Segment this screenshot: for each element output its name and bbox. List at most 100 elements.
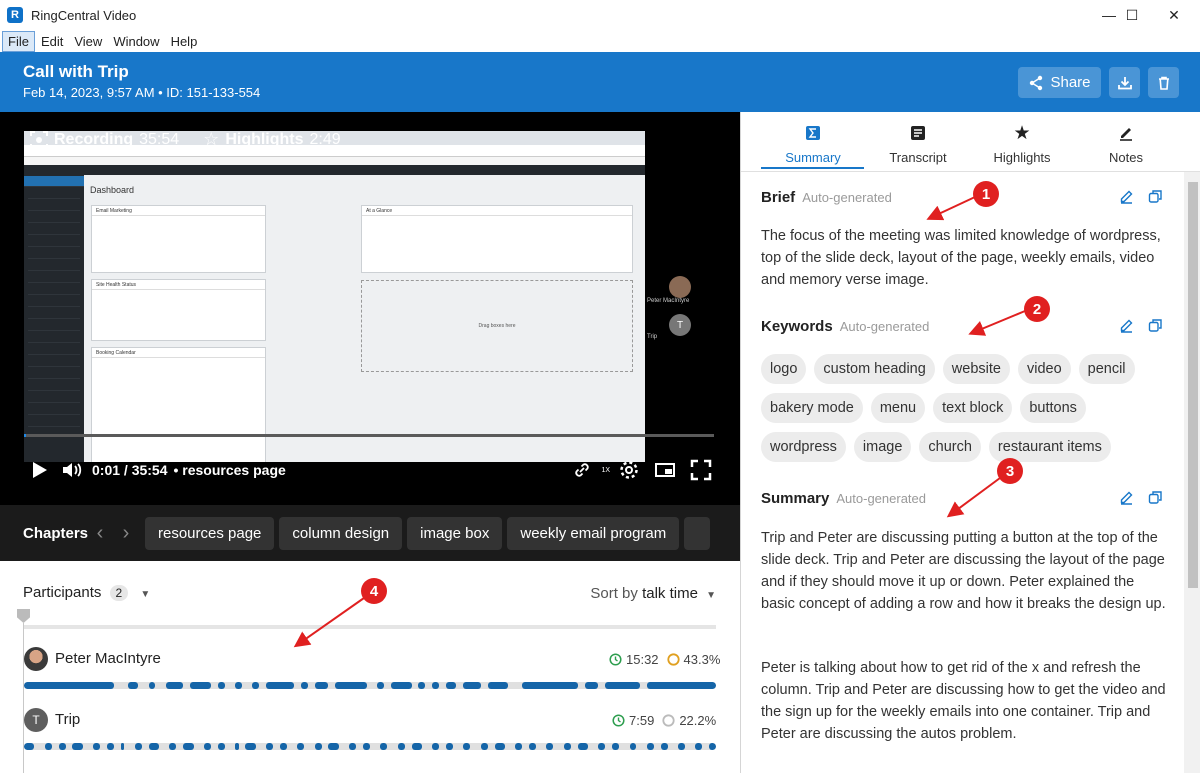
chapter-chip[interactable]: image box (407, 516, 503, 550)
miniplayer-icon[interactable] (654, 459, 676, 481)
keyword-chip[interactable]: menu (870, 393, 926, 423)
keywords-title: Keywords (761, 318, 833, 335)
fullscreen-icon[interactable] (690, 459, 712, 481)
talk-segment (577, 743, 588, 750)
brief-tools (1119, 189, 1163, 204)
delete-button[interactable] (1148, 67, 1179, 98)
video-player[interactable]: Dashboard Email Marketing At a Glance Si… (0, 112, 740, 505)
talk-segment (72, 743, 83, 750)
copy-icon[interactable] (1148, 189, 1163, 204)
menu-edit[interactable]: Edit (36, 32, 68, 51)
trash-icon (1158, 76, 1169, 90)
panel-scrollbar[interactable] (1184, 172, 1200, 773)
keyword-chip[interactable]: custom heading (814, 354, 935, 384)
talk-segment (709, 743, 716, 750)
chapter-chip-partial[interactable] (684, 516, 711, 550)
tab-notes[interactable]: Notes (1076, 122, 1176, 165)
copy-icon[interactable] (1148, 490, 1163, 505)
play-icon[interactable] (28, 459, 50, 481)
playhead-handle[interactable] (17, 609, 30, 623)
caret-down-icon[interactable]: ▼ (140, 589, 150, 600)
talk-segment (148, 682, 156, 689)
participant-tile-name: Trip (647, 334, 658, 340)
talk-bar[interactable] (24, 743, 716, 750)
avatar: T (24, 708, 48, 732)
talk-segment (107, 743, 114, 750)
download-button[interactable] (1109, 67, 1140, 98)
avatar (24, 647, 48, 671)
maximize-button[interactable]: ☐ (1109, 0, 1155, 30)
tab-transcript[interactable]: Transcript (868, 122, 968, 165)
keywords-heading: Keywords Auto-generated (761, 318, 929, 335)
video-time: 0:01 / 35:54 (92, 462, 168, 478)
keyword-chip[interactable]: image (853, 432, 912, 462)
video-progress-bar[interactable] (24, 434, 714, 437)
talk-segment (203, 743, 211, 750)
chapter-chip[interactable]: column design (279, 516, 403, 550)
video-progress-fill (24, 434, 26, 437)
talk-segment (363, 743, 370, 750)
scrollbar-thumb[interactable] (1188, 182, 1198, 588)
chevron-left-icon[interactable]: ‹ (87, 522, 113, 545)
tab-summary[interactable]: Summary (763, 122, 863, 165)
participant-name: Trip (55, 711, 81, 728)
talk-timeline-track[interactable] (24, 625, 716, 629)
edit-pencil-icon[interactable] (1119, 318, 1134, 333)
keyword-chip[interactable]: website (942, 354, 1010, 384)
participants-header[interactable]: Participants 2 ▼ (23, 584, 150, 601)
share-button[interactable]: Share (1018, 67, 1101, 98)
copy-icon[interactable] (1148, 318, 1163, 333)
playhead-line (23, 623, 24, 773)
keyword-chip[interactable]: buttons (1020, 393, 1086, 423)
wp-dashboard: Dashboard Email Marketing At a Glance Si… (84, 175, 645, 462)
talk-segment (695, 743, 703, 750)
video-controls: 0:01 / 35:54 • resources page 1X (24, 452, 714, 488)
summary-title: Summary (761, 490, 830, 507)
keyword-chip[interactable]: logo (761, 354, 807, 384)
edit-pencil-icon[interactable] (1119, 490, 1134, 505)
menu-help[interactable]: Help (166, 32, 203, 51)
tab-label: Transcript (889, 150, 947, 165)
talk-bar[interactable] (24, 682, 716, 689)
menu-file[interactable]: File (2, 30, 35, 52)
wp-admin-bar (24, 165, 645, 175)
share-label: Share (1050, 74, 1091, 91)
link-icon[interactable] (571, 459, 593, 481)
keyword-chip[interactable]: video (1017, 354, 1071, 384)
tab-highlights[interactable]: ★ Highlights (972, 122, 1072, 166)
chapter-chip[interactable]: weekly email program (507, 516, 680, 550)
chapters-bar: Chapters ‹ › resources page column desig… (0, 505, 740, 561)
meeting-subtitle: Feb 14, 2023, 9:57 AM • ID: 151-133-554 (23, 85, 261, 100)
edit-pencil-icon[interactable] (1119, 189, 1134, 204)
settings-gear-icon[interactable] (618, 459, 640, 481)
close-window-button[interactable]: ✕ (1151, 0, 1197, 30)
chevron-right-icon[interactable]: › (113, 522, 139, 545)
menu-window[interactable]: Window (108, 32, 164, 51)
speed-icon[interactable]: 1X (601, 467, 610, 474)
volume-icon[interactable] (60, 459, 84, 481)
ringcentral-logo-icon: R (7, 7, 23, 23)
share-icon (1030, 75, 1043, 90)
sort-value: talk time (642, 585, 698, 602)
talk-segment (24, 682, 114, 689)
annotation-badge: 4 (361, 578, 387, 604)
chapter-chip[interactable]: resources page (145, 516, 275, 550)
keyword-chip[interactable]: pencil (1078, 354, 1135, 384)
talk-segment (328, 743, 339, 750)
keyword-chip[interactable]: church (919, 432, 981, 462)
sort-dropdown[interactable]: Sort by talk time ▼ (590, 585, 716, 602)
talk-segment (169, 743, 177, 750)
talk-segment (280, 743, 287, 750)
transcript-icon (911, 126, 925, 140)
talk-segment (376, 682, 384, 689)
participant-tile-avatar (669, 276, 691, 298)
keyword-chip[interactable]: bakery mode (761, 393, 863, 423)
pen-icon (1120, 128, 1132, 141)
wp-nav-item (28, 212, 80, 223)
talk-segment (480, 743, 488, 750)
window-titlebar: R RingCentral Video — ☐ ✕ (0, 0, 1200, 30)
keyword-chip[interactable]: wordpress (761, 432, 846, 462)
menu-view[interactable]: View (69, 32, 107, 51)
shared-screen: Dashboard Email Marketing At a Glance Si… (24, 131, 645, 462)
keyword-chip[interactable]: text block (933, 393, 1013, 423)
